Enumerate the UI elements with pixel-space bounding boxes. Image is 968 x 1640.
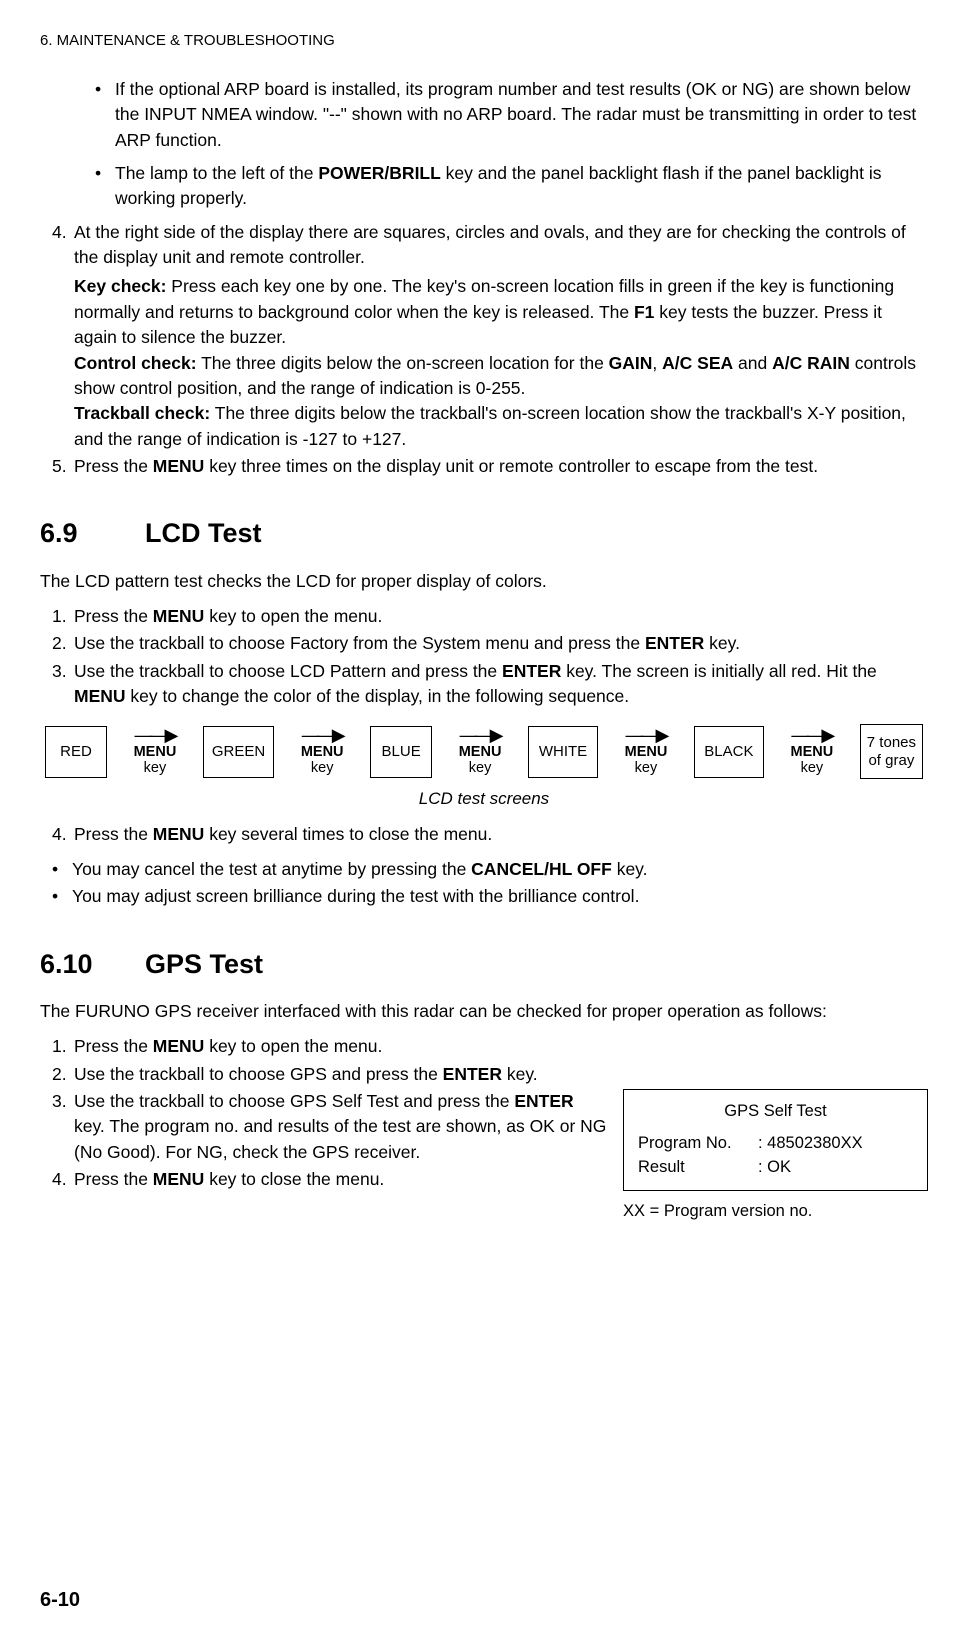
- number-mark: 5.: [52, 454, 74, 479]
- step-content: Use the trackball to choose LCD Pattern …: [74, 659, 928, 710]
- gps-note: XX = Program version no.: [623, 1200, 928, 1224]
- gps-row: Result : OK: [638, 1156, 913, 1180]
- arrow-icon: ——▶: [460, 726, 501, 744]
- note-item: • You may cancel the test at anytime by …: [52, 857, 928, 882]
- number-mark: 2.: [52, 631, 74, 656]
- section-heading-lcd: 6.9LCD Test: [40, 514, 928, 553]
- diagram-caption: LCD test screens: [40, 787, 928, 812]
- list-item: 3. Use the trackball to choose LCD Patte…: [52, 659, 928, 710]
- number-mark: 4.: [52, 822, 74, 847]
- number-mark: 1.: [52, 604, 74, 629]
- arrow-group: ——▶ MENUkey: [274, 726, 370, 777]
- list-item: 4. At the right side of the display ther…: [52, 220, 928, 452]
- list-item: 5. Press the MENU key three times on the…: [52, 454, 928, 479]
- arrow-group: ——▶ MENUkey: [764, 726, 860, 777]
- arrow-group: ——▶ MENUkey: [598, 726, 694, 777]
- number-mark: 4.: [52, 220, 74, 452]
- number-mark: 4.: [52, 1167, 74, 1192]
- step-content: Press the MENU key three times on the di…: [74, 454, 928, 479]
- bullet-text: The lamp to the left of the POWER/BRILL …: [115, 161, 928, 212]
- arrow-icon: ——▶: [302, 726, 343, 744]
- gps-box-title: GPS Self Test: [638, 1100, 913, 1124]
- list-item: 3. Use the trackball to choose GPS Self …: [52, 1089, 608, 1165]
- page-number: 6-10: [40, 1586, 80, 1615]
- diagram-box-green: GREEN: [203, 726, 274, 778]
- list-item: 1. Press the MENU key to open the menu.: [52, 1034, 928, 1059]
- bullet-mark: •: [95, 161, 115, 212]
- number-mark: 2.: [52, 1062, 74, 1087]
- section-heading-gps: 6.10GPS Test: [40, 945, 928, 984]
- bullet-text: If the optional ARP board is installed, …: [115, 77, 928, 153]
- gps-row: Program No. : 48502380XX: [638, 1132, 913, 1156]
- gps-steps: 1. Press the MENU key to open the menu. …: [52, 1034, 928, 1087]
- gps-selftest-box: GPS Self Test Program No. : 48502380XX R…: [623, 1089, 928, 1191]
- diagram-box-black: BLACK: [694, 726, 764, 778]
- lcd-diagram: RED ——▶ MENUkey GREEN ——▶ MENUkey BLUE —…: [45, 724, 923, 779]
- lcd-steps: 1. Press the MENU key to open the menu. …: [52, 604, 928, 710]
- list-item: • The lamp to the left of the POWER/BRIL…: [95, 161, 928, 212]
- number-mark: 1.: [52, 1034, 74, 1059]
- arrow-icon: ——▶: [791, 726, 832, 744]
- step-content: Use the trackball to choose Factory from…: [74, 631, 928, 656]
- step-content: Press the MENU key to open the menu.: [74, 1034, 928, 1059]
- arrow-icon: ——▶: [626, 726, 667, 744]
- list-item: 2. Use the trackball to choose GPS and p…: [52, 1062, 928, 1087]
- step-content: At the right side of the display there a…: [74, 220, 928, 452]
- diagram-box-blue: BLUE: [370, 726, 432, 778]
- arrow-group: ——▶ MENUkey: [107, 726, 203, 777]
- intro-bullet-list: • If the optional ARP board is installed…: [95, 77, 928, 212]
- intro-numbered-list: 4. At the right side of the display ther…: [52, 220, 928, 480]
- step-content: Use the trackball to choose GPS and pres…: [74, 1062, 928, 1087]
- bullet-mark: •: [95, 77, 115, 153]
- list-item: • If the optional ARP board is installed…: [95, 77, 928, 153]
- lcd-intro: The LCD pattern test checks the LCD for …: [40, 569, 928, 594]
- gps-intro: The FURUNO GPS receiver interfaced with …: [40, 999, 928, 1024]
- diagram-box-gray: 7 tonesof gray: [860, 724, 923, 779]
- page-header: 6. MAINTENANCE & TROUBLESHOOTING: [40, 30, 928, 52]
- list-item: 1. Press the MENU key to open the menu.: [52, 604, 928, 629]
- arrow-group: ——▶ MENUkey: [432, 726, 528, 777]
- step-content: Press the MENU key to close the menu.: [74, 1167, 608, 1192]
- arrow-icon: ——▶: [135, 726, 176, 744]
- step-content: Press the MENU key several times to clos…: [74, 822, 928, 847]
- note-item: • You may adjust screen brilliance durin…: [52, 884, 928, 909]
- bullet-mark: •: [52, 884, 72, 909]
- lcd-step4: 4. Press the MENU key several times to c…: [52, 822, 928, 847]
- step-content: Use the trackball to choose GPS Self Tes…: [74, 1089, 608, 1165]
- list-item: 4. Press the MENU key to close the menu.: [52, 1167, 608, 1192]
- step-content: Press the MENU key to open the menu.: [74, 604, 928, 629]
- number-mark: 3.: [52, 659, 74, 710]
- bullet-mark: •: [52, 857, 72, 882]
- number-mark: 3.: [52, 1089, 74, 1165]
- list-item: 2. Use the trackball to choose Factory f…: [52, 631, 928, 656]
- diagram-box-red: RED: [45, 726, 107, 778]
- list-item: 4. Press the MENU key several times to c…: [52, 822, 928, 847]
- diagram-box-white: WHITE: [528, 726, 598, 778]
